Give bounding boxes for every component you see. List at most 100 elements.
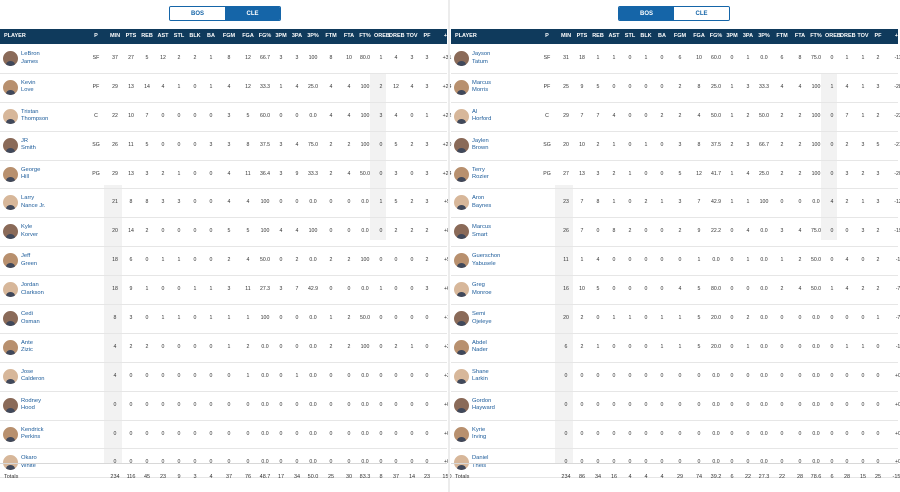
column-header-3p-[interactable]: 3P%: [306, 29, 320, 44]
player-name-link[interactable]: Kyrie Irving: [472, 427, 486, 442]
column-header-pts[interactable]: PTS: [124, 29, 138, 44]
player-last-name[interactable]: Rozier: [472, 174, 489, 182]
player-first-name[interactable]: JR: [21, 138, 36, 146]
player-last-name[interactable]: Korver: [21, 232, 38, 240]
player-last-name[interactable]: Baynes: [472, 203, 491, 211]
column-header-3pm[interactable]: 3PM: [725, 29, 739, 44]
player-first-name[interactable]: Tristan: [21, 109, 48, 117]
player-first-name[interactable]: Jaylen: [472, 138, 489, 146]
column-header-fga[interactable]: FGA: [240, 29, 256, 44]
player-first-name[interactable]: Guerschon: [472, 253, 500, 261]
team-toggle-cle[interactable]: CLE: [225, 7, 280, 20]
player-last-name[interactable]: Calderon: [21, 376, 45, 384]
player-name-link[interactable]: Rodney Hood: [21, 398, 41, 413]
team-toggle[interactable]: BOS CLE: [169, 6, 281, 21]
player-name-link[interactable]: Aron Baynes: [472, 195, 491, 210]
player-first-name[interactable]: Ante: [21, 340, 33, 348]
player-name-link[interactable]: Jose Calderon: [21, 369, 45, 384]
player-first-name[interactable]: Okaro: [21, 455, 37, 463]
column-header-reb[interactable]: REB: [591, 29, 605, 44]
player-name-link[interactable]: Terry Rozier: [472, 167, 489, 182]
player-name-link[interactable]: Jordan Clarkson: [21, 282, 44, 297]
column-header-ast[interactable]: AST: [607, 29, 621, 44]
player-first-name[interactable]: Marcus: [472, 224, 491, 232]
player-last-name[interactable]: Thompson: [21, 116, 48, 124]
player-last-name[interactable]: Hill: [21, 174, 40, 182]
player-first-name[interactable]: Kendrick: [21, 427, 44, 435]
team-toggle-bos[interactable]: BOS: [170, 7, 225, 20]
player-first-name[interactable]: Daniel: [472, 455, 488, 463]
column-header-oreb[interactable]: OREB: [374, 29, 390, 44]
player-last-name[interactable]: Larkin: [472, 376, 489, 384]
column-header-dreb[interactable]: DREB: [389, 29, 405, 44]
player-first-name[interactable]: Kyle: [21, 224, 38, 232]
player-last-name[interactable]: Hood: [21, 405, 41, 413]
player-name-link[interactable]: Marcus Smart: [472, 224, 491, 239]
player-first-name[interactable]: Jeff: [21, 253, 37, 261]
player-name-link[interactable]: Jeff Green: [21, 253, 37, 268]
player-name-link[interactable]: Shane Larkin: [472, 369, 489, 384]
column-header-p[interactable]: P: [541, 29, 553, 44]
team-toggle-bos[interactable]: BOS: [619, 7, 674, 20]
team-toggle-cle[interactable]: CLE: [674, 7, 729, 20]
player-name-link[interactable]: Kevin Love: [21, 80, 36, 95]
player-name-link[interactable]: Ante Zizic: [21, 340, 33, 355]
column-header-ftm[interactable]: FTM: [775, 29, 789, 44]
player-last-name[interactable]: Love: [21, 87, 36, 95]
player-first-name[interactable]: Marcus: [472, 80, 491, 88]
player-first-name[interactable]: Jordan: [21, 282, 44, 290]
column-header-reb[interactable]: REB: [140, 29, 154, 44]
player-name-link[interactable]: LeBron James: [21, 51, 40, 66]
player-last-name[interactable]: Perkins: [21, 434, 44, 442]
player-first-name[interactable]: Abdel: [472, 340, 488, 348]
column-header-3pm[interactable]: 3PM: [274, 29, 288, 44]
player-last-name[interactable]: Hayward: [472, 405, 495, 413]
player-last-name[interactable]: Zizic: [21, 347, 33, 355]
column-header-fta[interactable]: FTA: [342, 29, 356, 44]
player-name-link[interactable]: Jaylen Brown: [472, 138, 489, 153]
player-name-link[interactable]: Guerschon Yabusele: [472, 253, 500, 268]
column-header-player[interactable]: PLAYER: [4, 29, 84, 44]
column-header-fg-[interactable]: FG%: [709, 29, 723, 44]
column-header-3pa[interactable]: 3PA: [290, 29, 304, 44]
player-last-name[interactable]: Brown: [472, 145, 489, 153]
column-header-dreb[interactable]: DREB: [840, 29, 856, 44]
player-first-name[interactable]: Aron: [472, 195, 491, 203]
player-name-link[interactable]: Abdel Nader: [472, 340, 488, 355]
player-last-name[interactable]: Smith: [21, 145, 36, 153]
player-name-link[interactable]: Kyle Korver: [21, 224, 38, 239]
column-header-tov[interactable]: TOV: [405, 29, 419, 44]
column-header-fg-[interactable]: FG%: [258, 29, 272, 44]
column-header-ba[interactable]: BA: [655, 29, 669, 44]
player-name-link[interactable]: Marcus Morris: [472, 80, 491, 95]
column-header-ba[interactable]: BA: [204, 29, 218, 44]
player-last-name[interactable]: Nader: [472, 347, 488, 355]
player-first-name[interactable]: George: [21, 167, 40, 175]
player-name-link[interactable]: Al Horford: [472, 109, 491, 124]
column-header-blk[interactable]: BLK: [639, 29, 653, 44]
team-toggle[interactable]: BOS CLE: [618, 6, 730, 21]
player-last-name[interactable]: Nance Jr.: [21, 203, 46, 211]
column-header-pf[interactable]: PF: [871, 29, 885, 44]
player-first-name[interactable]: Semi: [472, 311, 492, 319]
column-header-stl[interactable]: STL: [623, 29, 637, 44]
column-header-fgm[interactable]: FGM: [222, 29, 236, 44]
player-last-name[interactable]: Clarkson: [21, 290, 44, 298]
player-name-link[interactable]: Cedi Osman: [21, 311, 40, 326]
player-last-name[interactable]: Smart: [472, 232, 491, 240]
player-first-name[interactable]: Cedi: [21, 311, 40, 319]
column-header-min[interactable]: MIN: [559, 29, 573, 44]
column-header-tov[interactable]: TOV: [856, 29, 870, 44]
column-header--[interactable]: +/-: [891, 29, 900, 44]
column-header-stl[interactable]: STL: [172, 29, 186, 44]
player-first-name[interactable]: Jayson: [472, 51, 490, 59]
column-header-3pa[interactable]: 3PA: [741, 29, 755, 44]
player-name-link[interactable]: Tristan Thompson: [21, 109, 48, 124]
player-last-name[interactable]: Tatum: [472, 59, 490, 67]
column-header-fta[interactable]: FTA: [793, 29, 807, 44]
column-header-min[interactable]: MIN: [108, 29, 122, 44]
column-header-p[interactable]: P: [90, 29, 102, 44]
player-first-name[interactable]: Rodney: [21, 398, 41, 406]
player-first-name[interactable]: Gordon: [472, 398, 495, 406]
player-name-link[interactable]: George Hill: [21, 167, 40, 182]
